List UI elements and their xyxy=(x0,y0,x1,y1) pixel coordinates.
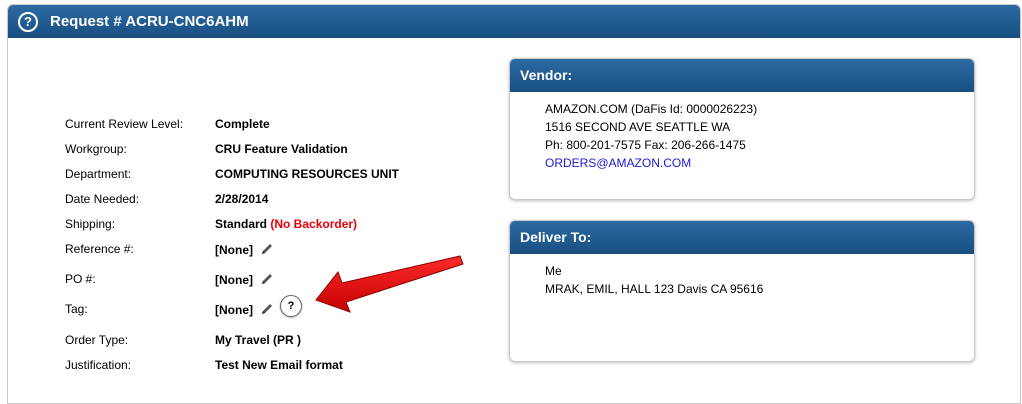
vendor-email-link[interactable]: ORDERS@AMAZON.COM xyxy=(545,154,974,172)
backorder-note: (No Backorder) xyxy=(270,217,358,231)
detail-label: Current Review Level: xyxy=(65,117,184,131)
deliver-to-body: Me MRAK, EMIL, HALL 123 Davis CA 95616 xyxy=(510,254,974,298)
deliver-to-box: Deliver To: Me MRAK, EMIL, HALL 123 Davi… xyxy=(509,220,975,362)
vendor-address: 1516 SECOND AVE SEATTLE WA xyxy=(545,120,731,134)
po-value: [None] xyxy=(215,273,253,287)
tag-value: [None] xyxy=(215,303,253,317)
detail-label: Department: xyxy=(65,167,132,181)
detail-label: Tag: xyxy=(65,302,88,316)
vendor-header: Vendor: xyxy=(510,59,974,92)
detail-value: Complete xyxy=(215,117,270,131)
vendor-box: Vendor: AMAZON.COM (DaFis Id: 0000026223… xyxy=(509,58,975,200)
pencil-icon[interactable] xyxy=(260,302,274,316)
recipient-address: MRAK, EMIL, HALL 123 Davis CA 95616 xyxy=(545,282,764,296)
vendor-phone: Ph: 800-201-7575 Fax: 206-266-1475 xyxy=(545,138,746,152)
pencil-icon[interactable] xyxy=(260,242,274,256)
detail-label: PO #: xyxy=(65,272,96,286)
page-title: Request # ACRU-CNC6AHM xyxy=(50,13,249,30)
reference-value: [None] xyxy=(215,243,253,257)
detail-value: COMPUTING RESOURCES UNIT xyxy=(215,167,400,181)
detail-value: 2/28/2014 xyxy=(215,192,269,206)
detail-label: Justification: xyxy=(65,358,132,372)
vendor-body: AMAZON.COM (DaFis Id: 0000026223) 1516 S… xyxy=(510,92,974,172)
tag-help-icon[interactable]: ? xyxy=(280,295,302,317)
detail-label: Order Type: xyxy=(65,333,129,347)
detail-value: [None] xyxy=(215,302,274,317)
recipient-name: Me xyxy=(545,264,562,278)
detail-label: Shipping: xyxy=(65,217,116,231)
detail-value: [None] xyxy=(215,242,274,257)
detail-label: Date Needed: xyxy=(65,192,140,206)
pencil-icon[interactable] xyxy=(260,272,274,286)
detail-label: Workgroup: xyxy=(65,142,127,156)
shipping-method: Standard xyxy=(215,217,268,231)
detail-value: Test New Email format xyxy=(215,358,343,372)
vendor-name: AMAZON.COM (DaFis Id: 0000026223) xyxy=(545,102,758,116)
panel-header: ? Request # ACRU-CNC6AHM xyxy=(8,5,1020,38)
help-icon[interactable]: ? xyxy=(18,12,38,32)
detail-label: Reference #: xyxy=(65,242,134,256)
detail-value: CRU Feature Validation xyxy=(215,142,348,156)
detail-value: My Travel (PR ) xyxy=(215,333,302,347)
detail-value: Standard (No Backorder) xyxy=(215,217,357,231)
detail-value: [None] xyxy=(215,272,274,287)
deliver-to-header: Deliver To: xyxy=(510,221,974,254)
annotation-arrow xyxy=(315,255,464,313)
